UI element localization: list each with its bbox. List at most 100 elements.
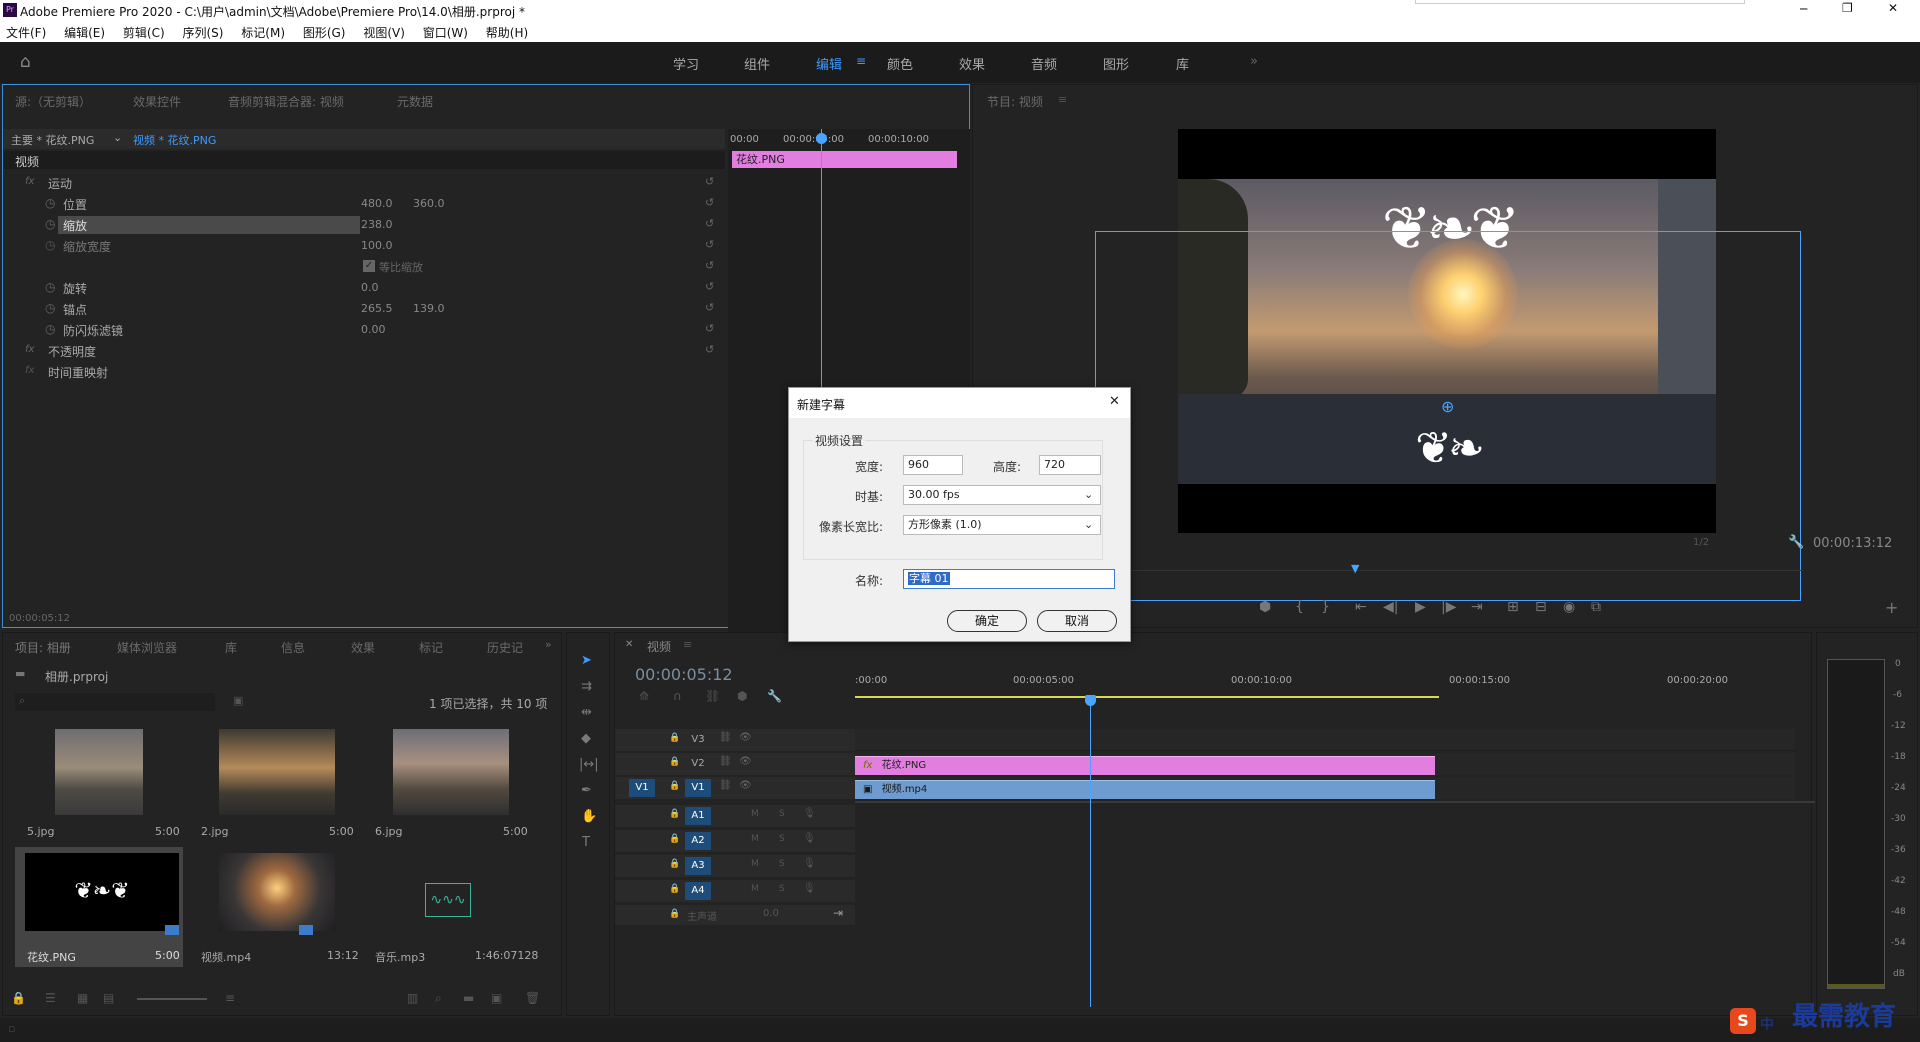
clip-v1-video[interactable]: ▣ 视频.mp4 <box>855 780 1435 799</box>
automate-icon[interactable]: ▥ <box>407 991 418 1005</box>
lock-track-icon[interactable]: 🔒 <box>669 909 680 919</box>
master-clip-label[interactable]: 主要 * 花纹.PNG <box>11 132 94 148</box>
track-label-a1[interactable]: A1 <box>685 807 711 825</box>
close-window-button[interactable]: ✕ <box>1888 1 1898 15</box>
freeform-view-icon[interactable]: ▤ <box>103 991 114 1005</box>
stopwatch-icon[interactable]: ◷ <box>45 238 55 252</box>
param-value-2[interactable]: 360.0 <box>413 197 445 210</box>
project-item-huawen-png[interactable]: ❦❧❦ 花纹.PNG 5:00 <box>15 847 183 967</box>
solo-button[interactable]: S <box>779 834 785 844</box>
track-select-tool-icon[interactable]: ⇉ <box>581 679 592 694</box>
lock-track-icon[interactable]: 🔒 <box>669 809 680 819</box>
reset-icon[interactable]: ↺ <box>705 301 714 314</box>
project-item-video-mp4[interactable]: 视频.mp4 13:12 <box>189 847 359 967</box>
workspace-menu-icon[interactable]: ≡ <box>856 54 866 68</box>
home-icon[interactable]: ⌂ <box>20 52 31 72</box>
tracks-area[interactable]: 🔒 V3 ⛓ 👁 🔒 V2 ⛓ 👁 V1 🔒 V1 ⛓ 👁 🔒 A1 M S 🎙 <box>615 729 1815 929</box>
param-value-1[interactable]: 0.0 <box>361 281 379 294</box>
param-value-1[interactable]: 0.00 <box>361 323 386 336</box>
reset-icon[interactable]: ↺ <box>705 343 714 356</box>
minimize-button[interactable]: ─ <box>1800 2 1807 16</box>
go-to-in-icon[interactable]: ⇤ <box>1355 599 1367 615</box>
tab-project[interactable]: 项目: 相册 <box>15 639 71 656</box>
tab-info[interactable]: 信息 <box>281 639 305 656</box>
list-view-icon[interactable]: ☰ <box>45 991 56 1005</box>
effect-playhead-handle[interactable] <box>816 133 827 144</box>
opacity-effect-row[interactable]: fx 不透明度 ↺ <box>3 341 725 361</box>
stopwatch-icon[interactable]: ◷ <box>45 217 55 231</box>
find-icon[interactable]: ⌕ <box>435 991 442 1006</box>
lock-track-icon[interactable]: 🔒 <box>669 859 680 869</box>
track-label-a3[interactable]: A3 <box>685 857 711 875</box>
param-value-1[interactable]: 265.5 <box>361 302 393 315</box>
param-scale-row[interactable]: ◷ 缩放 238.0 ↺ <box>3 215 725 235</box>
tab-source[interactable]: 源:（无剪辑） <box>15 93 91 110</box>
delete-icon[interactable]: 🗑 <box>525 991 540 1005</box>
go-to-out-icon[interactable]: ⇥ <box>1471 599 1483 615</box>
mute-button[interactable]: M <box>751 809 759 819</box>
workspace-graphics[interactable]: 图形 <box>1103 54 1129 73</box>
type-tool-icon[interactable]: T <box>582 835 590 850</box>
project-item-5jpg[interactable]: 5.jpg 5:00 <box>15 723 183 843</box>
master-track-value[interactable]: 0.0 <box>763 908 779 919</box>
comparison-view-icon[interactable]: ⧉ <box>1591 599 1601 615</box>
voiceover-mic-icon[interactable]: 🎙 <box>803 858 816 869</box>
timeline-playhead-handle[interactable] <box>1085 695 1096 706</box>
project-item-2jpg[interactable]: 2.jpg 5:00 <box>189 723 357 843</box>
reset-icon[interactable]: ↺ <box>705 175 714 188</box>
track-lane-v3[interactable] <box>855 729 1795 751</box>
wrench-icon[interactable]: 🔧 <box>1788 535 1804 550</box>
project-search-input[interactable]: ⌕ <box>15 693 215 711</box>
workspace-more-icon[interactable]: » <box>1250 54 1258 69</box>
hand-tool-icon[interactable]: ✋ <box>581 809 597 824</box>
effect-controls-timecode[interactable]: 00:00:05:12 <box>9 613 70 624</box>
reset-icon[interactable]: ↺ <box>705 280 714 293</box>
menu-window[interactable]: 窗口(W) <box>423 26 468 40</box>
selection-tool-icon[interactable]: ➤ <box>581 653 592 668</box>
anchor-point-icon[interactable]: ⊕ <box>1441 397 1454 416</box>
razor-tool-icon[interactable]: ◆ <box>581 731 591 746</box>
lift-icon[interactable]: ⊞ <box>1507 599 1519 615</box>
project-item-music-mp3[interactable]: ∿∿∿ 音乐.mp3 1:46:07128 <box>363 847 538 967</box>
workspace-color[interactable]: 颜色 <box>887 54 913 73</box>
menu-view[interactable]: 视图(V) <box>363 26 405 40</box>
button-editor-icon[interactable]: + <box>1885 598 1898 617</box>
tab-effect-controls[interactable]: 效果控件 <box>133 93 181 110</box>
reset-icon[interactable]: ↺ <box>705 238 714 251</box>
param-value-1[interactable]: 238.0 <box>361 218 393 231</box>
program-fit-dropdown[interactable]: 1/2 <box>1693 537 1709 548</box>
menu-clip[interactable]: 剪辑(C) <box>123 26 165 40</box>
program-playhead-marker[interactable]: ▼ <box>1351 562 1359 575</box>
go-to-end-icon[interactable]: ⇥ <box>833 906 843 920</box>
program-scrubber[interactable] <box>1103 561 1803 571</box>
dialog-close-button[interactable]: ✕ <box>1109 394 1120 409</box>
param-rotation-row[interactable]: ◷ 旋转 0.0 ↺ <box>3 278 725 298</box>
title-name-input[interactable]: 字幕 01 <box>903 569 1115 589</box>
work-area-bar[interactable] <box>855 696 1439 698</box>
new-item-icon[interactable]: ▣ <box>491 991 502 1005</box>
eye-icon[interactable]: 👁 <box>739 780 752 791</box>
workspace-editing[interactable]: 编辑 <box>816 54 842 73</box>
lock-track-icon[interactable]: 🔒 <box>669 733 680 743</box>
param-position-row[interactable]: ◷ 位置 480.0 360.0 ↺ <box>3 194 725 214</box>
param-flicker-row[interactable]: ◷ 防闪烁滤镜 0.00 ↺ <box>3 320 725 340</box>
icon-view-icon[interactable]: ▦ <box>77 991 88 1005</box>
sync-lock-icon[interactable]: ⛓ <box>719 756 732 767</box>
step-forward-icon[interactable]: |▶ <box>1441 599 1456 615</box>
clip-v2-huawen[interactable]: fx 花纹.PNG <box>855 756 1435 775</box>
uniform-scale-checkbox[interactable]: ✓ <box>363 260 375 272</box>
param-value-1[interactable]: 100.0 <box>361 239 393 252</box>
solo-button[interactable]: S <box>779 809 785 819</box>
height-field[interactable]: 720 <box>1039 455 1101 475</box>
voiceover-mic-icon[interactable]: 🎙 <box>803 883 816 894</box>
sort-icon[interactable]: ≡ <box>225 991 235 1005</box>
workspace-audio[interactable]: 音频 <box>1031 54 1057 73</box>
stopwatch-icon[interactable]: ◷ <box>45 280 55 294</box>
menu-graphics[interactable]: 图形(G) <box>303 26 346 40</box>
voiceover-mic-icon[interactable]: 🎙 <box>803 808 816 819</box>
cancel-button[interactable]: 取消 <box>1037 610 1117 632</box>
tab-effects[interactable]: 效果 <box>351 639 375 656</box>
timebase-select[interactable]: 30.00 fps ⌄ <box>903 485 1101 505</box>
tab-audio-mixer[interactable]: 音频剪辑混合器: 视频 <box>228 93 344 110</box>
menu-help[interactable]: 帮助(H) <box>486 26 528 40</box>
